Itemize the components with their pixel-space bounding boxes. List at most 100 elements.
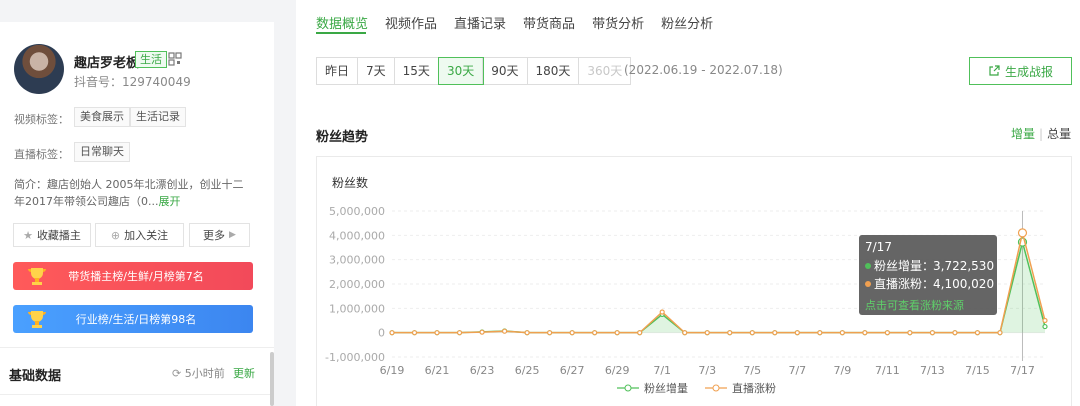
tooltip-date: 7/17 bbox=[865, 240, 892, 254]
favorite-button[interactable]: ★ 收藏播主 bbox=[13, 223, 91, 247]
tooltip-series-value: 4,100,020 bbox=[933, 277, 994, 291]
data-point bbox=[862, 330, 868, 336]
data-point bbox=[682, 330, 688, 336]
range-option-selected[interactable]: 30天 bbox=[437, 57, 485, 85]
update-time: ⟳ 5小时前 bbox=[172, 365, 225, 381]
tab-live-records[interactable]: 直播记录 bbox=[454, 13, 506, 32]
basic-data-title: 基础数据 bbox=[9, 369, 62, 384]
increment-total-toggle: 增量 | 总量 bbox=[1011, 125, 1071, 142]
live-tags-label: 直播标签： bbox=[14, 148, 69, 161]
data-point bbox=[592, 330, 598, 336]
legend-marker bbox=[624, 384, 632, 392]
range-option[interactable]: 昨日 bbox=[317, 58, 359, 84]
data-point bbox=[479, 329, 485, 335]
range-option[interactable]: 15天 bbox=[395, 58, 439, 84]
trophy-icon bbox=[28, 268, 46, 285]
data-point bbox=[907, 330, 913, 336]
data-point bbox=[501, 328, 508, 334]
range-option[interactable]: 7天 bbox=[358, 58, 395, 84]
scrollbar[interactable] bbox=[270, 352, 274, 406]
y-tick-label: 4,000,000 bbox=[329, 229, 385, 242]
profile-intro: 简介：趣店创始人 2005年北漂创业，创业十二年2017年带领公司趣店（0...… bbox=[14, 176, 254, 210]
douyin-id: 抖音号：129740049 bbox=[74, 75, 191, 89]
data-point bbox=[997, 330, 1003, 336]
generate-report-button[interactable]: 生成战报 bbox=[969, 57, 1072, 85]
data-point bbox=[524, 330, 530, 336]
tooltip-series-value: 3,722,530 bbox=[933, 259, 994, 273]
data-point bbox=[974, 330, 981, 336]
follow-button[interactable]: ⊕ 加入关注 bbox=[95, 223, 184, 247]
range-option[interactable]: 90天 bbox=[483, 58, 528, 84]
tab-overview[interactable]: 数据概览 bbox=[316, 13, 368, 32]
legend-label: 粉丝增量 bbox=[644, 381, 688, 395]
data-point bbox=[637, 330, 643, 336]
intro-expand-link[interactable]: 展开 bbox=[158, 195, 180, 208]
more-button[interactable]: 更多 ▶ bbox=[189, 223, 250, 247]
data-point bbox=[929, 330, 936, 336]
rank-banner-industry[interactable]: 行业榜/生活/日榜第98名 bbox=[13, 305, 253, 333]
toggle-separator: | bbox=[1039, 127, 1044, 141]
active-tab-indicator bbox=[316, 32, 366, 34]
export-icon bbox=[989, 65, 1000, 76]
range-option-disabled: 360天 bbox=[587, 64, 623, 78]
data-point bbox=[884, 330, 890, 336]
data-point bbox=[1042, 323, 1048, 330]
toggle-increment[interactable]: 增量 bbox=[1011, 127, 1035, 141]
y-tick-label: 2,000,000 bbox=[329, 278, 385, 291]
tab-bar: 数据概览 视频作品 直播记录 带货商品 带货分析 粉丝分析 bbox=[316, 13, 713, 32]
y-tick-label: 5,000,000 bbox=[329, 205, 385, 218]
divider bbox=[0, 394, 274, 395]
x-tick-label: 7/11 bbox=[875, 364, 900, 377]
y-tick-label: 0 bbox=[378, 327, 385, 340]
tab-products[interactable]: 带货商品 bbox=[523, 13, 575, 32]
category-badge: 生活 bbox=[135, 51, 167, 68]
x-tick-label: 7/17 bbox=[1010, 364, 1035, 377]
y-tick-label: 3,000,000 bbox=[329, 254, 385, 267]
x-tick-label: 7/7 bbox=[788, 364, 806, 377]
x-tick-label: 7/1 bbox=[653, 364, 671, 377]
x-tick-label: 7/9 bbox=[833, 364, 851, 377]
data-point bbox=[952, 330, 958, 336]
profile-name: 趣店罗老板 bbox=[74, 56, 140, 71]
rank-banner-sales[interactable]: 带货播主榜/生鲜/月榜第7名 bbox=[13, 262, 253, 290]
avatar[interactable] bbox=[14, 44, 64, 94]
data-point bbox=[749, 330, 755, 336]
x-tick-label: 6/21 bbox=[425, 364, 450, 377]
tooltip-swatch bbox=[865, 281, 871, 287]
tab-videos[interactable]: 视频作品 bbox=[385, 13, 437, 32]
x-tick-label: 6/27 bbox=[560, 364, 585, 377]
update-link[interactable]: 更新 bbox=[233, 365, 255, 381]
update-time-label: 5小时前 bbox=[184, 367, 225, 380]
legend-label: 直播涨粉 bbox=[732, 381, 776, 395]
data-point bbox=[794, 330, 800, 336]
data-point bbox=[434, 330, 440, 336]
date-range-selector: 昨日 7天 15天 30天 90天 180天 360天 bbox=[316, 57, 632, 85]
y-axis-title: 粉丝数 bbox=[332, 175, 368, 190]
tooltip-hint: 点击可查看涨粉来源 bbox=[865, 298, 964, 312]
x-tick-label: 7/15 bbox=[965, 364, 990, 377]
legend-marker bbox=[712, 384, 720, 392]
section-title: 粉丝趋势 bbox=[316, 130, 369, 145]
data-point bbox=[1042, 317, 1048, 324]
y-tick-label: -1,000,000 bbox=[325, 351, 385, 364]
tab-sales-analysis[interactable]: 带货分析 bbox=[592, 13, 644, 32]
tooltip-swatch bbox=[865, 263, 871, 269]
range-option[interactable]: 180天 bbox=[528, 58, 580, 84]
qr-code-icon[interactable] bbox=[168, 52, 182, 66]
refresh-icon[interactable]: ⟳ bbox=[172, 367, 185, 380]
data-point bbox=[1017, 228, 1028, 238]
rank-banner-label: 行业榜/生活/日榜第98名 bbox=[75, 313, 197, 326]
intro-text: 简介：趣店创始人 2005年北漂创业，创业十二年2017年带领公司趣店（0... bbox=[14, 178, 244, 208]
tab-fan-analysis[interactable]: 粉丝分析 bbox=[661, 13, 713, 32]
toggle-total[interactable]: 总量 bbox=[1047, 127, 1071, 141]
video-tag: 生活记录 bbox=[130, 107, 186, 127]
data-point bbox=[659, 309, 665, 315]
x-tick-label: 6/19 bbox=[380, 364, 405, 377]
date-range-text: (2022.06.19 - 2022.07.18) bbox=[624, 63, 783, 77]
follow-label: 加入关注 bbox=[124, 229, 169, 242]
tooltip-series-label: 粉丝增量： bbox=[874, 259, 934, 273]
generate-report-label: 生成战报 bbox=[1004, 64, 1053, 79]
data-point bbox=[411, 330, 418, 336]
x-tick-label: 6/23 bbox=[470, 364, 495, 377]
x-tick-label: 7/3 bbox=[698, 364, 716, 377]
